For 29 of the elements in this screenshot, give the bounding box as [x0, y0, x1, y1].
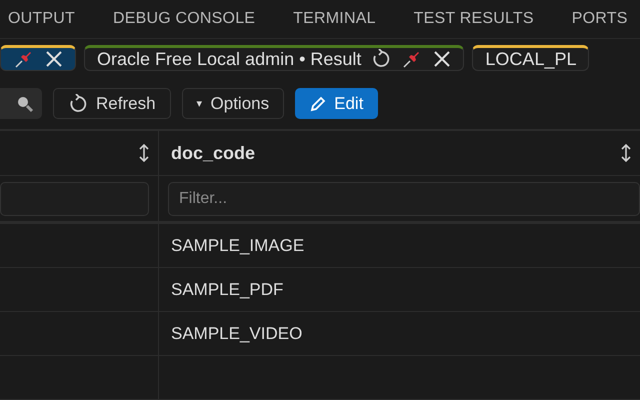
panel-tab[interactable]: TEST RESULTS [414, 10, 534, 28]
search-button[interactable] [0, 88, 42, 119]
refresh-icon[interactable] [68, 94, 88, 114]
refresh-button[interactable]: Refresh [53, 88, 171, 119]
column-header[interactable]: doc_code [159, 131, 640, 175]
close-icon[interactable] [433, 50, 452, 68]
panel-tab[interactable]: OUTPUT [8, 10, 75, 28]
table-cell: SAMPLE_IMAGE [171, 236, 304, 256]
editor-tab[interactable]: Oracle Free Local admin • Result [84, 45, 464, 71]
sort-icon[interactable] [620, 143, 632, 163]
filter-field[interactable] [0, 182, 149, 216]
options-button[interactable]: ▾ Options [182, 88, 284, 119]
sort-icon[interactable] [138, 143, 150, 163]
tab-label: LOCAL_PL [485, 48, 576, 70]
edit-button[interactable]: Edit [295, 88, 378, 119]
pencil-icon [310, 96, 326, 112]
filter-field[interactable]: Filter... [168, 182, 640, 216]
panel-tab[interactable]: DEBUG CONSOLE [112, 10, 256, 28]
editor-tab[interactable] [0, 45, 76, 71]
refresh-icon[interactable] [371, 49, 392, 69]
panel-tab[interactable]: TERMINAL [293, 10, 376, 28]
search-icon [16, 94, 34, 112]
editor-tab[interactable]: LOCAL_PL [472, 45, 590, 71]
column-title: doc_code [171, 142, 256, 164]
panel-tab[interactable]: PORTS [572, 10, 628, 28]
tab-label: Oracle Free Local admin • Result [97, 48, 362, 70]
table-cell: SAMPLE_VIDEO [171, 324, 302, 344]
table-cell: SAMPLE_PDF [171, 280, 284, 300]
close-icon[interactable] [45, 50, 63, 68]
